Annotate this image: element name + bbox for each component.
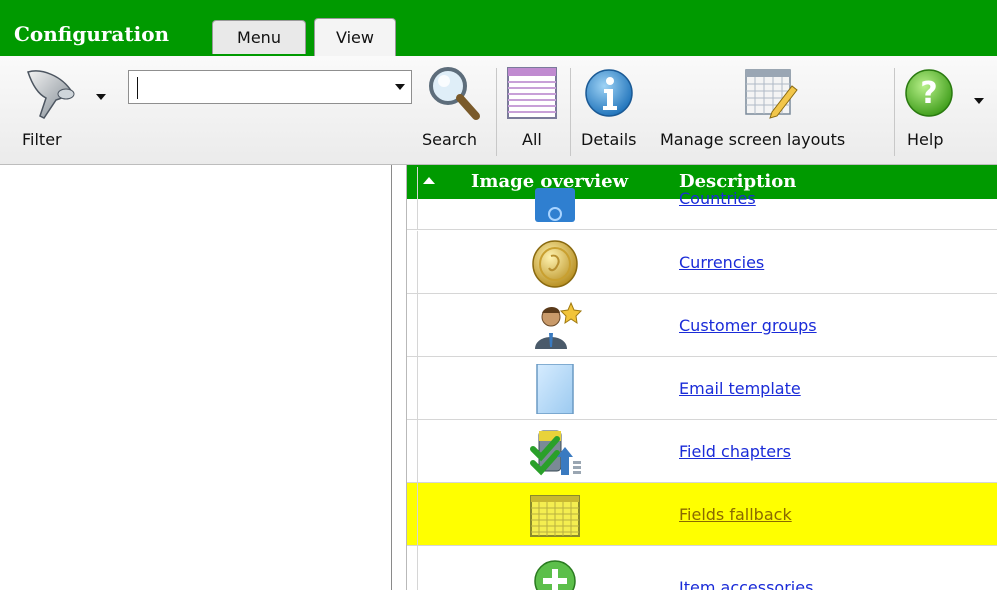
row-divider bbox=[417, 294, 418, 356]
configuration-grid: Image overview Description Countries Cur… bbox=[407, 165, 997, 590]
toolbar-separator bbox=[496, 68, 497, 156]
row-gutter bbox=[407, 167, 417, 229]
row-gutter bbox=[407, 483, 417, 545]
row-link[interactable]: Fields fallback bbox=[679, 505, 792, 524]
details-button[interactable] bbox=[584, 68, 636, 120]
row-link[interactable]: Currencies bbox=[679, 253, 764, 272]
details-label: Details bbox=[581, 130, 637, 149]
search-label: Search bbox=[422, 130, 477, 149]
panel-splitter[interactable] bbox=[392, 165, 407, 590]
person-star-icon bbox=[527, 301, 583, 351]
globe-icon bbox=[527, 174, 583, 224]
table-row[interactable]: Customer groups bbox=[407, 294, 997, 357]
manage-layouts-button[interactable] bbox=[742, 66, 800, 122]
help-label: Help bbox=[907, 130, 944, 149]
search-combobox[interactable] bbox=[128, 70, 412, 104]
funnel-icon bbox=[27, 70, 75, 119]
row-gutter bbox=[407, 420, 417, 482]
row-divider bbox=[417, 167, 418, 229]
row-gutter bbox=[407, 294, 417, 356]
table-row-selected[interactable]: Fields fallback bbox=[407, 483, 997, 546]
row-link[interactable]: Customer groups bbox=[679, 316, 817, 335]
help-button[interactable]: ? bbox=[904, 68, 996, 120]
row-divider bbox=[417, 357, 418, 419]
info-icon bbox=[585, 69, 633, 117]
search-button[interactable] bbox=[424, 62, 484, 126]
table-row[interactable]: Currencies bbox=[407, 231, 997, 294]
table-row[interactable]: Item accessories bbox=[407, 546, 997, 590]
plus-circle-icon bbox=[527, 553, 583, 590]
checklist-icon bbox=[527, 427, 583, 477]
row-link[interactable]: Countries bbox=[679, 189, 756, 208]
row-link[interactable]: Email template bbox=[679, 379, 801, 398]
chevron-down-icon bbox=[96, 94, 106, 100]
row-divider bbox=[417, 231, 418, 293]
table-row[interactable]: Email template bbox=[407, 357, 997, 420]
toolbar-separator bbox=[894, 68, 895, 156]
chevron-down-icon bbox=[974, 98, 984, 104]
row-gutter bbox=[407, 546, 417, 590]
row-divider bbox=[417, 420, 418, 482]
app-title: Configuration bbox=[14, 22, 170, 46]
filter-button[interactable] bbox=[22, 66, 106, 122]
tab-menu[interactable]: Menu bbox=[212, 20, 306, 54]
title-bar: Configuration Menu View bbox=[0, 0, 997, 56]
left-tree-panel[interactable] bbox=[0, 165, 392, 590]
row-gutter bbox=[407, 357, 417, 419]
tab-view[interactable]: View bbox=[314, 18, 396, 56]
row-gutter bbox=[407, 231, 417, 293]
row-link[interactable]: Field chapters bbox=[679, 442, 791, 461]
coin-icon bbox=[527, 238, 583, 288]
all-button[interactable] bbox=[506, 66, 560, 122]
svg-text:?: ? bbox=[920, 76, 937, 111]
ribbon-toolbar: Filter Search All Details Manage screen … bbox=[0, 56, 997, 165]
table-row[interactable]: Field chapters bbox=[407, 420, 997, 483]
question-icon: ? bbox=[905, 69, 953, 117]
table-icon bbox=[507, 67, 557, 119]
row-divider bbox=[417, 483, 418, 545]
row-divider bbox=[417, 546, 418, 590]
row-link[interactable]: Item accessories bbox=[679, 578, 813, 590]
table-row[interactable]: Countries bbox=[407, 167, 997, 230]
magnifier-icon bbox=[429, 67, 480, 120]
toolbar-separator bbox=[570, 68, 571, 156]
filter-label: Filter bbox=[22, 130, 62, 149]
grid-icon bbox=[527, 490, 583, 540]
chevron-down-icon[interactable] bbox=[395, 84, 405, 90]
manage-layouts-label: Manage screen layouts bbox=[660, 130, 846, 149]
search-input[interactable] bbox=[137, 76, 391, 100]
grid-pencil-icon bbox=[745, 69, 798, 119]
blank-page-icon bbox=[527, 363, 583, 415]
all-label: All bbox=[522, 130, 542, 149]
